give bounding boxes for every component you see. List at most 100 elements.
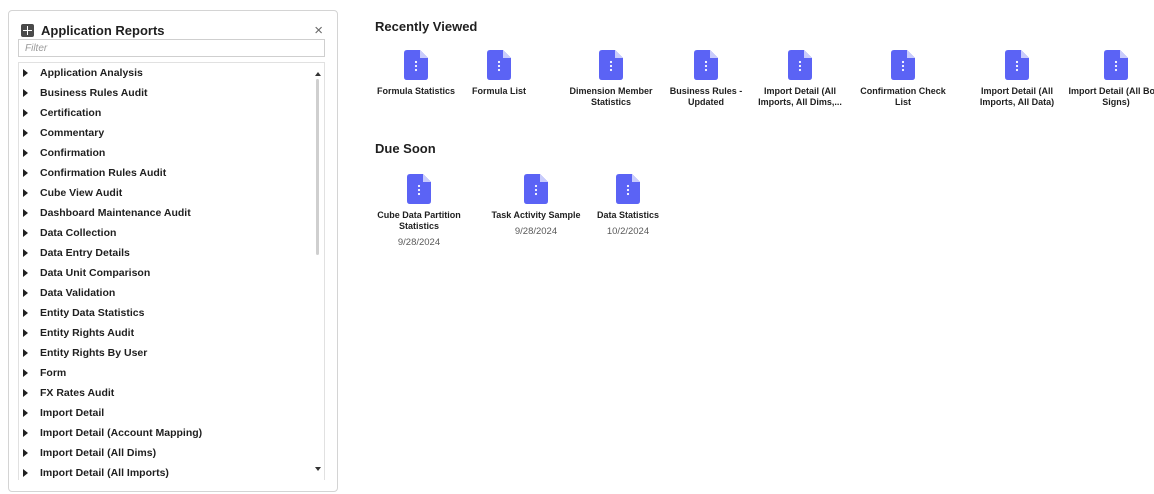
tree-item[interactable]: Form xyxy=(19,363,324,383)
tree-item-label: Import Detail (All Dims) xyxy=(40,447,157,459)
tree-scrollbar[interactable] xyxy=(314,72,322,480)
tree-item[interactable]: Data Unit Comparison xyxy=(19,263,324,283)
tree-item[interactable]: Data Validation xyxy=(19,283,324,303)
expand-arrow-icon[interactable] xyxy=(23,109,28,117)
expand-arrow-icon[interactable] xyxy=(23,129,28,137)
tree-item[interactable]: Entity Rights Audit xyxy=(19,323,324,343)
expand-arrow-icon[interactable] xyxy=(23,329,28,337)
tree-item-label: Confirmation xyxy=(40,147,106,159)
tree-item-label: Entity Rights Audit xyxy=(40,327,135,339)
recent-report-tile[interactable]: Dimension Member Statistics xyxy=(563,50,659,108)
expand-arrow-icon[interactable] xyxy=(23,469,28,477)
tree-item[interactable]: Import Detail (All Dims) xyxy=(19,443,324,463)
tree-item-label: Cube View Audit xyxy=(40,187,123,199)
tile-label: Dimension Member Statistics xyxy=(569,86,653,107)
document-icon xyxy=(524,174,548,204)
tile-label: Import Detail (All Imports, All Data) xyxy=(979,86,1055,107)
tree-item[interactable]: Commentary xyxy=(19,123,324,143)
tree-item-label: Certification xyxy=(40,107,102,119)
tree-item[interactable]: Import Detail (All Imports) xyxy=(19,463,324,480)
recently-viewed-title: Recently Viewed xyxy=(375,19,478,34)
recent-report-tile[interactable]: Formula List xyxy=(451,50,547,97)
tree-item[interactable]: Import Detail xyxy=(19,403,324,423)
close-icon[interactable]: × xyxy=(314,23,323,38)
expand-arrow-icon[interactable] xyxy=(23,289,28,297)
tree-item-label: Data Collection xyxy=(40,227,117,239)
report-tree: Application Analysis Business Rules Audit… xyxy=(18,62,325,480)
expand-arrow-icon[interactable] xyxy=(23,149,28,157)
tile-label: Formula Statistics xyxy=(376,86,456,96)
document-icon xyxy=(407,174,431,204)
document-icon xyxy=(1005,50,1029,80)
tree-item[interactable]: Entity Rights By User xyxy=(19,343,324,363)
document-icon xyxy=(487,50,511,80)
tile-label: Formula List xyxy=(471,86,526,96)
document-icon xyxy=(891,50,915,80)
recent-report-tile[interactable]: Import Detail (All Both Signs) xyxy=(1068,50,1154,108)
tile-label: Confirmation Check List xyxy=(860,86,946,107)
expand-arrow-icon[interactable] xyxy=(23,269,28,277)
tree-item[interactable]: Certification xyxy=(19,103,324,123)
document-icon xyxy=(694,50,718,80)
tree-item-label: Data Entry Details xyxy=(40,247,130,259)
expand-arrow-icon[interactable] xyxy=(23,309,28,317)
tree-item-label: Confirmation Rules Audit xyxy=(40,167,167,179)
tile-label: Import Detail (All Imports, All Dims,... xyxy=(758,86,842,107)
grid-icon xyxy=(21,23,34,37)
expand-arrow-icon[interactable] xyxy=(23,189,28,197)
expand-arrow-icon[interactable] xyxy=(23,409,28,417)
tree-item-label: Import Detail (Account Mapping) xyxy=(40,427,203,439)
tree-item[interactable]: Application Analysis xyxy=(19,63,324,83)
document-icon xyxy=(404,50,428,80)
scroll-up-arrow-icon[interactable] xyxy=(315,72,321,76)
expand-arrow-icon[interactable] xyxy=(23,249,28,257)
recent-report-tile[interactable]: Formula Statistics xyxy=(368,50,464,97)
scroll-thumb[interactable] xyxy=(316,79,319,255)
expand-arrow-icon[interactable] xyxy=(23,349,28,357)
tree-item-label: Business Rules Audit xyxy=(40,87,148,99)
tree-item-label: Entity Data Statistics xyxy=(40,307,145,319)
tree-item[interactable]: Confirmation xyxy=(19,143,324,163)
document-icon xyxy=(616,174,640,204)
tree-item[interactable]: Business Rules Audit xyxy=(19,83,324,103)
recent-report-tile[interactable]: Business Rules - Updated xyxy=(658,50,754,108)
panel-header: Application Reports × xyxy=(21,20,327,40)
tree-item-label: Import Detail (All Imports) xyxy=(40,467,169,479)
expand-arrow-icon[interactable] xyxy=(23,89,28,97)
expand-arrow-icon[interactable] xyxy=(23,169,28,177)
tree-item[interactable]: FX Rates Audit xyxy=(19,383,324,403)
expand-arrow-icon[interactable] xyxy=(23,209,28,217)
expand-arrow-icon[interactable] xyxy=(23,389,28,397)
recent-report-tile[interactable]: Import Detail (All Imports, All Data) xyxy=(969,50,1065,108)
expand-arrow-icon[interactable] xyxy=(23,229,28,237)
expand-arrow-icon[interactable] xyxy=(23,69,28,77)
due-date: 9/28/2024 xyxy=(397,237,441,248)
tree-item[interactable]: Dashboard Maintenance Audit xyxy=(19,203,324,223)
panel-title: Application Reports xyxy=(41,22,165,38)
tree-item-label: Data Unit Comparison xyxy=(40,267,151,279)
tree-item-label: Import Detail xyxy=(40,407,105,419)
recent-report-tile[interactable]: Import Detail (All Imports, All Dims,... xyxy=(752,50,848,108)
due-soon-report-tile[interactable]: Cube Data Partition Statistics 9/28/2024 xyxy=(371,174,467,248)
expand-arrow-icon[interactable] xyxy=(23,429,28,437)
document-icon xyxy=(599,50,623,80)
tree-item[interactable]: Entity Data Statistics xyxy=(19,303,324,323)
tree-item[interactable]: Cube View Audit xyxy=(19,183,324,203)
tree-item[interactable]: Confirmation Rules Audit xyxy=(19,163,324,183)
tile-label: Data Statistics xyxy=(596,210,660,220)
due-soon-report-tile[interactable]: Task Activity Sample 9/28/2024 xyxy=(488,174,584,237)
tree-item[interactable]: Data Entry Details xyxy=(19,243,324,263)
tree-item-label: Commentary xyxy=(40,127,105,139)
tree-item[interactable]: Data Collection xyxy=(19,223,324,243)
tile-label: Business Rules - Updated xyxy=(669,86,743,107)
tree-item[interactable]: Import Detail (Account Mapping) xyxy=(19,423,324,443)
filter-input[interactable] xyxy=(18,39,325,57)
tree-item-label: Entity Rights By User xyxy=(40,347,148,359)
expand-arrow-icon[interactable] xyxy=(23,369,28,377)
due-soon-title: Due Soon xyxy=(375,141,436,156)
scroll-down-arrow-icon[interactable] xyxy=(315,467,321,471)
recent-report-tile[interactable]: Confirmation Check List xyxy=(855,50,951,108)
expand-arrow-icon[interactable] xyxy=(23,449,28,457)
tree-item-label: FX Rates Audit xyxy=(40,387,115,399)
due-soon-report-tile[interactable]: Data Statistics 10/2/2024 xyxy=(580,174,676,237)
